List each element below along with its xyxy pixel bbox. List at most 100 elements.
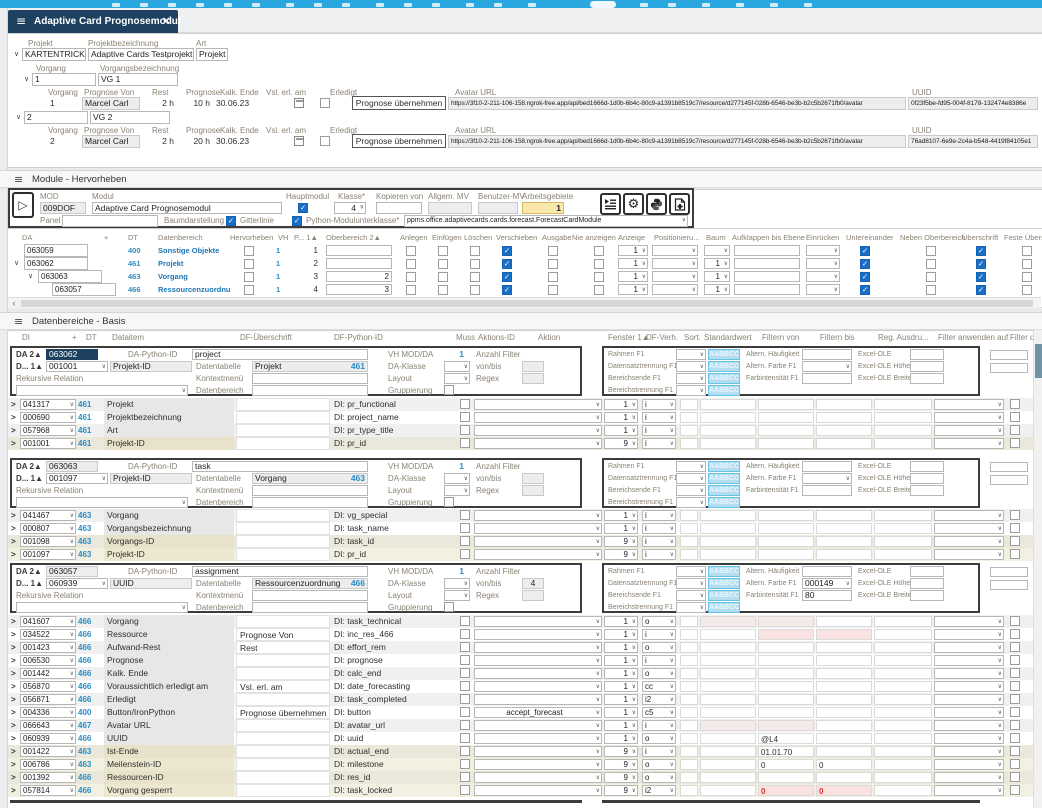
muss-checkbox[interactable] [460, 681, 470, 691]
df-verh-select[interactable]: i [642, 655, 676, 666]
reg-ausdruck-cell[interactable] [874, 694, 932, 705]
da-python-id-field[interactable]: task [192, 461, 368, 472]
filtern-bis-cell[interactable] [816, 642, 872, 653]
gruppierung-checkbox[interactable] [444, 497, 454, 507]
filtern-von-cell[interactable] [758, 549, 814, 560]
hervorheben-checkbox[interactable] [244, 285, 254, 295]
filter-deak-checkbox[interactable] [1010, 629, 1020, 639]
standardwert-cell[interactable] [700, 549, 756, 560]
filter-deak-checkbox[interactable] [1010, 733, 1020, 743]
filtern-von-cell[interactable] [758, 616, 814, 627]
nie-anzeigen-checkbox[interactable] [594, 285, 604, 295]
filtern-bis-cell[interactable] [816, 549, 872, 560]
fenster-select[interactable]: 9 [604, 772, 638, 783]
toolbar-icon[interactable] [404, 3, 412, 7]
datenbereich-link[interactable]: Projekt [158, 257, 230, 270]
reg-ausdruck-cell[interactable] [874, 759, 932, 770]
filtern-bis-cell[interactable] [816, 668, 872, 679]
di-select[interactable]: 056871 [20, 694, 76, 705]
filtern-von-cell[interactable] [758, 438, 814, 449]
filtern-von-cell[interactable] [758, 510, 814, 521]
positionierung-select[interactable] [652, 245, 698, 256]
rahmen-select[interactable] [676, 349, 706, 360]
filtern-von-cell[interactable] [758, 655, 814, 666]
sort-cell[interactable] [680, 655, 698, 666]
expand-icon[interactable]: > [11, 758, 19, 771]
filter-anwenden-select[interactable] [934, 510, 1004, 521]
positionierung-select[interactable] [652, 271, 698, 282]
da-field[interactable]: 063063 [46, 461, 98, 472]
reg-ausdruck-cell[interactable] [874, 733, 932, 744]
altern-haeufigkeit-field[interactable] [802, 461, 852, 472]
loeschen-checkbox[interactable] [470, 272, 480, 282]
mod-field[interactable]: 009DOF [40, 202, 86, 214]
df-ueberschrift-cell[interactable] [236, 771, 330, 784]
ausgabe-checkbox[interactable] [548, 246, 558, 256]
df-verh-select[interactable]: o [642, 733, 676, 744]
datenbereich-field[interactable] [252, 602, 368, 613]
filtern-bis-cell[interactable] [816, 412, 872, 423]
df-verh-select[interactable]: cc [642, 681, 676, 692]
expand-icon[interactable]: > [11, 615, 19, 628]
arbeitsgebiete-field[interactable]: 1 [522, 202, 564, 214]
erledigt-checkbox[interactable] [320, 98, 330, 108]
muss-checkbox[interactable] [460, 549, 470, 559]
bereichsende-color-field[interactable]: AABBCC [708, 485, 740, 496]
filtern-von-cell[interactable] [758, 707, 814, 718]
expand-icon[interactable]: > [11, 654, 19, 667]
sort-cell[interactable] [680, 746, 698, 757]
sort-cell[interactable] [680, 412, 698, 423]
chevron-down-icon[interactable]: ∨ [28, 271, 38, 282]
expand-icon[interactable]: > [11, 706, 19, 719]
ausgabe-checkbox[interactable] [548, 272, 558, 282]
filter-anwenden-select[interactable] [934, 425, 1004, 436]
df-ueberschrift-cell[interactable] [236, 693, 330, 706]
standardwert-cell[interactable] [700, 655, 756, 666]
sort-cell[interactable] [680, 642, 698, 653]
filtern-bis-cell[interactable] [816, 720, 872, 731]
muss-checkbox[interactable] [460, 629, 470, 639]
hamburger-icon[interactable]: ≡ [14, 313, 23, 331]
df-verh-select[interactable]: o [642, 616, 676, 627]
aktion-select[interactable] [474, 785, 602, 796]
di-select[interactable]: 060939 [20, 733, 76, 744]
avatar-url-field[interactable]: https://3f10-2-211-106-158.ngrok-free.ap… [448, 97, 906, 110]
filter-anwenden-select[interactable] [934, 523, 1004, 534]
aktion-select[interactable] [474, 694, 602, 705]
reg-ausdruck-cell[interactable] [874, 438, 932, 449]
df-ueberschrift-cell[interactable] [236, 732, 330, 745]
aktion-select[interactable] [474, 655, 602, 666]
calendar-icon[interactable] [294, 136, 304, 146]
df-ueberschrift-cell[interactable] [236, 548, 330, 561]
fenster-select[interactable]: 1 [604, 707, 638, 718]
filtern-bis-cell[interactable] [816, 399, 872, 410]
anlegen-checkbox[interactable] [406, 285, 416, 295]
filtern-bis-cell[interactable] [816, 616, 872, 627]
expand-icon[interactable]: > [11, 784, 19, 797]
untereinander-checkbox[interactable] [860, 272, 870, 282]
excel-ole-hoehe-field[interactable] [910, 578, 944, 589]
di-select[interactable]: 034522 [20, 629, 76, 640]
toolbar-icon[interactable] [668, 3, 676, 7]
module-list-button[interactable] [600, 193, 621, 215]
altern-haeufigkeit-field[interactable] [802, 566, 852, 577]
aktion-select[interactable]: accept_forecast [474, 707, 602, 718]
df-verh-select[interactable]: i [642, 536, 676, 547]
python-unterklasse-select[interactable]: ppms.office.adaptivecards.cards.forecast… [404, 215, 688, 227]
filter-deak-checkbox[interactable] [1010, 510, 1020, 520]
farbintensitaet-field[interactable] [802, 485, 852, 496]
scroll-left-button[interactable]: ‹ [9, 299, 19, 308]
nie-anzeigen-checkbox[interactable] [594, 246, 604, 256]
df-ueberschrift-cell[interactable] [236, 424, 330, 437]
aktion-select[interactable] [474, 616, 602, 627]
df-verh-select[interactable]: o [642, 642, 676, 653]
df-verh-select[interactable]: i [642, 523, 676, 534]
tab-close-icon[interactable]: × [162, 10, 171, 33]
loeschen-checkbox[interactable] [470, 285, 480, 295]
filter-anwenden-select[interactable] [934, 759, 1004, 770]
da-field[interactable]: 063057 [52, 283, 116, 296]
datensatztrennung-color-field[interactable]: AABBCC [708, 361, 740, 372]
filter-deak-checkbox[interactable] [1010, 655, 1020, 665]
df-verh-select[interactable]: i [642, 629, 676, 640]
art-field[interactable]: Projekt [196, 48, 228, 61]
